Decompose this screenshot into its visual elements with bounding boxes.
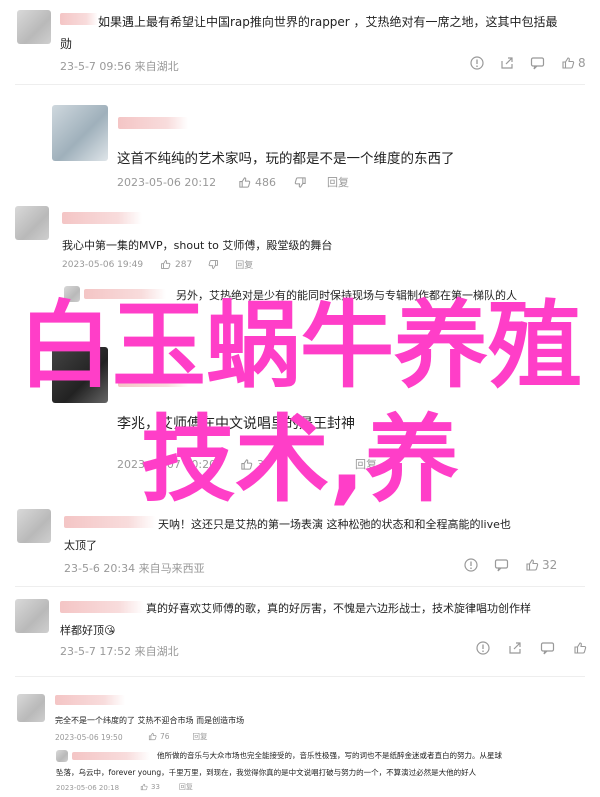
avatar[interactable] [17,694,45,722]
like-count: 32 [542,558,558,572]
comment-actions [476,641,587,655]
thumbs-up-icon[interactable] [140,783,148,791]
share-icon[interactable] [500,56,514,70]
reply-button[interactable]: 回复 [235,258,253,271]
comment-actions: 287 回复 [160,258,253,271]
comment-date: 2023-05-06 19:50 [55,733,123,742]
alert-icon[interactable] [464,558,478,572]
username[interactable] [118,117,188,129]
username[interactable] [62,212,142,224]
alert-icon[interactable] [470,56,484,70]
comment-actions: 486 回复 [238,174,349,190]
comment-text: 我心中第一集的MVP，shout to 艾师傅，殿堂级的舞台 [62,239,333,252]
separator [15,586,585,587]
comment-actions: 32 [464,558,557,572]
reply-actions: 33 回复 [140,782,193,792]
reply-text: 他所做的音乐与大众市场也完全能接受的，音乐性极强，写的词也不是纸醉金迷或者直白的… [157,751,502,760]
comment-text: 真的好喜欢艾师傅的歌，真的好厉害，不愧是六边形战士，技术旋律唱功创作样 [146,602,531,615]
comment-7: 完全不是一个纬度的了 艾热不迎合市场 而是创造市场 2023-05-06 19:… [0,686,600,797]
thumbs-up-icon[interactable] [573,641,587,655]
comment-text-cont: 太顶了 [64,539,97,552]
avatar[interactable] [17,509,51,543]
like-count: 486 [255,175,276,189]
thumbs-up-icon[interactable] [561,56,575,70]
reply-avatar[interactable] [56,750,68,762]
username[interactable] [60,13,98,25]
share-icon[interactable] [508,641,522,655]
separator [15,84,585,85]
alert-icon[interactable] [476,641,490,655]
comment-date: 2023-05-06 20:12 [117,176,217,189]
separator [15,676,585,677]
thumbs-up-icon[interactable] [148,732,157,741]
thumbs-down-icon[interactable] [294,176,307,189]
comment-date: 2023-05-06 19:49 [62,260,144,270]
comment-icon[interactable] [530,56,545,70]
overlay-title-line-2: 技术,养 [141,406,459,515]
thumbs-down-icon[interactable] [208,259,219,270]
thumbs-up-icon[interactable] [238,176,251,189]
like-count: 8 [578,56,586,70]
comment-date: 23-5-7 09:56 来自湖北 [60,60,179,73]
username[interactable] [60,601,144,613]
like-count: 33 [151,783,160,791]
avatar[interactable] [15,599,49,633]
like-count: 287 [175,259,193,270]
avatar[interactable] [15,206,49,240]
comment-text: 如果遇上最有希望让中国rap推向世界的rapper ，艾热绝对有一席之地，这其中… [98,15,558,29]
comment-5: 天呐！这还只是艾热的第一场表演 这种松弛的状态和和全程高能的live也 太顶了 … [0,505,600,585]
avatar[interactable] [52,105,108,161]
comment-text: 这首不纯纯的艺术家吗，玩的都是不是一个维度的东西了 [117,151,455,167]
emoji: 😘 [104,624,116,637]
comment-text: 天呐！这还只是艾热的第一场表演 这种松弛的状态和和全程高能的live也 [158,518,511,531]
comment-1: 如果遇上最有希望让中国rap推向世界的rapper ，艾热绝对有一席之地，这其中… [0,0,600,84]
reply-button[interactable]: 回复 [327,174,349,190]
reply-button[interactable]: 回复 [193,731,208,742]
thumbs-up-icon[interactable] [160,259,171,270]
username[interactable] [55,695,125,705]
reply-date: 2023-05-06 20:18 [56,784,120,792]
comment-date: 23-5-7 17:52 来自湖北 [60,645,179,658]
thumbs-up-icon[interactable] [525,558,539,572]
comment-icon[interactable] [494,558,509,572]
reply-username[interactable] [72,752,150,760]
comment-icon[interactable] [540,641,555,655]
comment-text-cont: 勋 [60,37,73,51]
comment-date: 23-5-6 20:34 来自马来西亚 [64,562,205,575]
comment-text: 完全不是一个纬度的了 艾热不迎合市场 而是创造市场 [55,716,245,725]
comment-6: 真的好喜欢艾师傅的歌，真的好厉害，不愧是六边形战士，技术旋律唱功创作样 样都好顶… [0,593,600,668]
like-count: 76 [160,732,170,741]
reply-button[interactable]: 回复 [179,782,193,792]
avatar[interactable] [17,10,51,44]
comment-text-cont: 样都好顶😘 [60,624,116,637]
reply-text-cont: 坠落，乌云中，forever young，千里万里，到现在，我觉得你真的是中文说… [56,768,477,777]
comment-actions: 76 回复 [148,731,208,742]
comment-actions: 8 [470,56,586,70]
username[interactable] [64,516,156,528]
overlay-title-line-1: 白玉蜗牛养殖 [17,292,582,401]
comment-2: 这首不纯纯的艺术家吗，玩的都是不是一个维度的东西了 2023-05-06 20:… [0,95,600,200]
